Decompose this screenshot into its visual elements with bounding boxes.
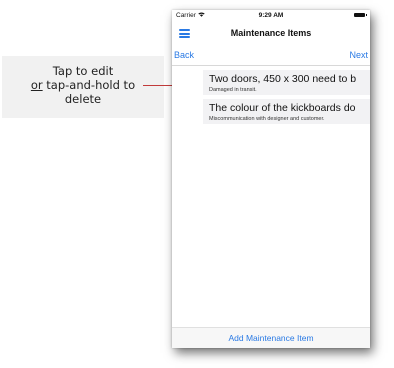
status-bar: Carrier 9:29 AM (172, 10, 370, 22)
list-item[interactable]: Two doors, 450 x 300 need to b Damaged i… (203, 70, 370, 95)
callout-or-underlined: or (30, 78, 43, 92)
next-button[interactable]: Next (349, 50, 368, 60)
phone-screen: Carrier 9:29 AM Maintenance Items Back N… (172, 10, 370, 348)
navigation-toolbar: Back Next (172, 46, 370, 64)
maintenance-items-list: Two doors, 450 x 300 need to b Damaged i… (203, 70, 370, 128)
back-button[interactable]: Back (174, 50, 194, 60)
status-time: 9:29 AM (258, 12, 284, 19)
toolbar-divider (172, 65, 370, 66)
item-title: Two doors, 450 x 300 need to b (209, 73, 357, 85)
list-item[interactable]: The colour of the kickboards do Miscommu… (203, 99, 370, 124)
annotation-callout: Tap to edit or tap-and-hold to delete (2, 56, 164, 118)
item-title: The colour of the kickboards do (209, 102, 356, 114)
battery-icon (354, 13, 367, 17)
item-subtitle: Miscommunication with designer and custo… (209, 116, 325, 122)
navigation-bar: Maintenance Items (172, 23, 370, 45)
callout-line-2: or tap-and-hold to (2, 78, 164, 92)
callout-line-2-rest: tap-and-hold to (42, 78, 136, 92)
item-subtitle: Damaged in transit. (209, 87, 257, 93)
add-maintenance-item-button[interactable]: Add Maintenance Item (172, 333, 370, 343)
callout-line-1: Tap to edit (52, 64, 114, 78)
callout-line-3: delete (64, 92, 102, 106)
bottom-toolbar: Add Maintenance Item (172, 327, 370, 348)
page-title: Maintenance Items (230, 28, 312, 38)
